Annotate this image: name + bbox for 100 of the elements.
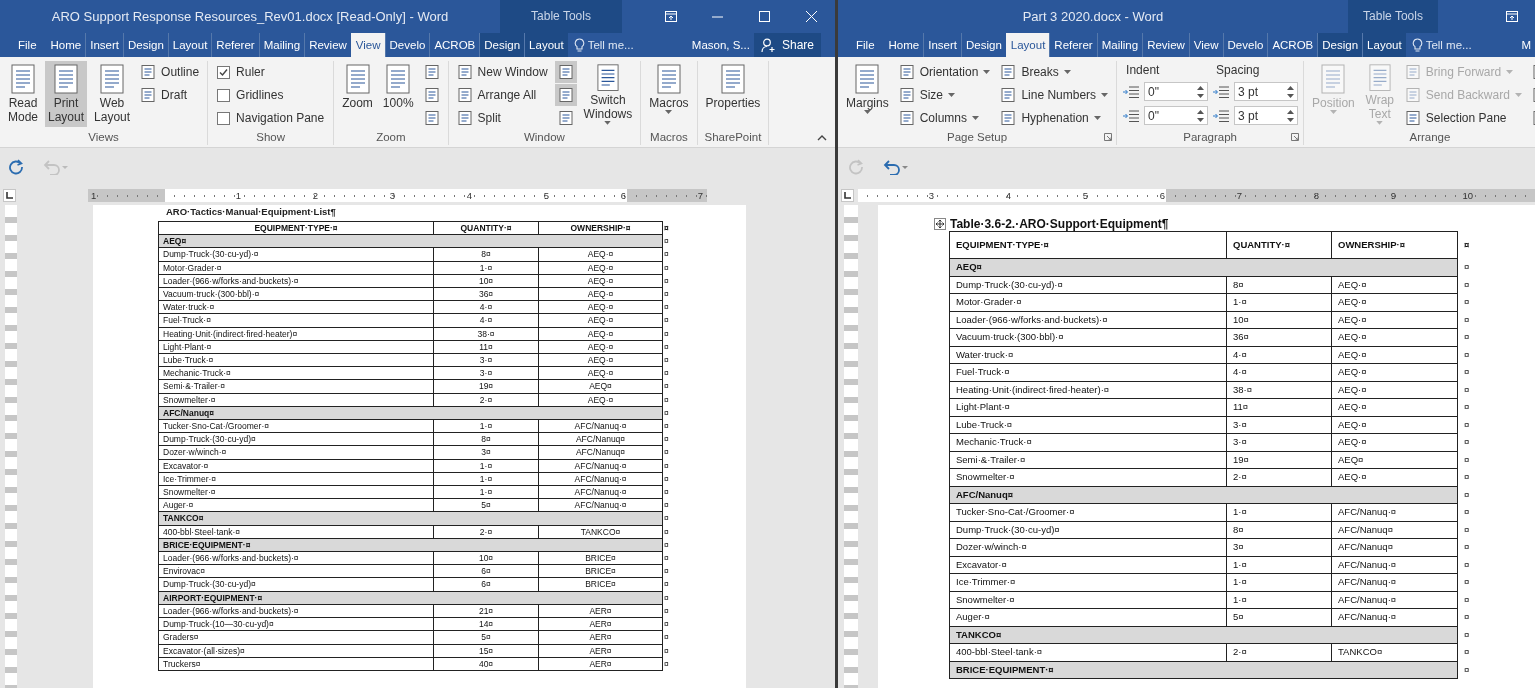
end-of-row-mark: ¤	[662, 419, 670, 433]
ribbon-button[interactable]: Columns	[895, 107, 994, 129]
group-label: SharePoint	[704, 131, 762, 143]
dialog-launcher-icon[interactable]	[1104, 133, 1113, 141]
ribbon-tab[interactable]: File	[8, 33, 47, 57]
table-cell: 8¤	[1226, 521, 1332, 539]
toolbar-button[interactable]	[554, 84, 577, 106]
end-of-row-mark: ¤	[1457, 643, 1476, 661]
collapse-ribbon-icon[interactable]	[817, 135, 827, 141]
document-icon	[423, 64, 440, 80]
tell-me-search[interactable]: Tell me...	[1408, 33, 1475, 57]
checkbox-option[interactable]: Navigation Pane	[213, 107, 329, 129]
close-icon[interactable]	[806, 11, 817, 22]
ribbon-display-icon[interactable]	[1505, 11, 1518, 22]
table-cell: Fuel·Truck·¤	[949, 363, 1227, 381]
end-of-row-mark: ¤	[662, 564, 670, 578]
ribbon-button[interactable]: New Window	[453, 61, 551, 83]
ribbon-tab[interactable]: Home	[46, 33, 86, 57]
spinner-arrows-icon[interactable]	[1197, 84, 1205, 99]
table-cell: AEQ·¤	[1331, 363, 1458, 381]
move-handle-icon[interactable]	[934, 218, 946, 230]
ribbon-button[interactable]: Web Layout	[91, 61, 134, 127]
ribbon-tab[interactable]: Layout	[524, 33, 568, 57]
ribbon-button[interactable]: Properties	[702, 61, 764, 127]
ribbon-button[interactable]: Hyphenation	[997, 107, 1112, 129]
spinner-arrows-icon[interactable]	[1287, 108, 1295, 123]
tell-me-search[interactable]: Tell me...	[570, 33, 637, 57]
ribbon-display-icon[interactable]	[664, 11, 677, 22]
ribbon-button[interactable]: Line Numbers	[997, 84, 1112, 106]
table-cell: AER¤	[538, 657, 663, 671]
table-cell: AEQ·¤	[1331, 293, 1458, 311]
ribbon-button[interactable]: Selection Pane	[1401, 107, 1525, 129]
repeat-button[interactable]	[6, 156, 26, 177]
checkbox-option[interactable]: Gridlines	[213, 84, 329, 106]
spin-field[interactable]: 0"	[1144, 106, 1209, 125]
checkbox-square[interactable]	[217, 88, 231, 102]
table-cell: 38·¤	[1226, 381, 1332, 399]
table-cell: Snowmelter·¤	[158, 485, 434, 499]
ribbon-button[interactable]: Switch Windows	[580, 61, 636, 127]
ribbon-tab[interactable]: Design	[1317, 33, 1363, 57]
ribbon-button[interactable]: Zoom	[339, 61, 376, 127]
ribbon-button[interactable]: Read Mode	[5, 61, 41, 127]
user-account[interactable]: M	[1517, 33, 1535, 57]
table-cell: AEQ·¤	[538, 261, 663, 275]
table-cell: AEQ·¤	[538, 313, 663, 328]
user-account[interactable]: Mason, S...	[687, 33, 754, 57]
ribbon-tab[interactable]: File	[846, 33, 885, 57]
ribbon-tab[interactable]: Home	[884, 33, 924, 57]
dialog-launcher-icon[interactable]	[1291, 133, 1300, 141]
ribbon-tab[interactable]: View	[350, 33, 385, 57]
ribbon-button[interactable]: Margins	[843, 61, 892, 127]
tab-selector-icon[interactable]	[841, 188, 854, 202]
toolbar-button[interactable]	[554, 61, 577, 83]
table-cell: Motor·Grader·¤	[158, 261, 434, 275]
end-of-row-mark: ¤	[662, 498, 670, 512]
ribbon-button[interactable]: Macros	[646, 61, 692, 127]
table-cell: 6¤	[433, 578, 539, 592]
window-title: Part 3 2020.docx - Word	[1021, 8, 1165, 26]
table-cell: AEQ·¤	[1331, 276, 1458, 294]
spin-field[interactable]: 0"	[1144, 82, 1209, 101]
ribbon-button[interactable]: 100%	[379, 61, 417, 127]
end-of-row-mark: ¤	[662, 630, 670, 644]
table-cell: 4·¤	[1226, 346, 1332, 364]
ribbon-button[interactable]: Draft	[137, 84, 203, 106]
table-cell: Excavator·¤	[949, 556, 1227, 574]
table-cell: 1·¤	[433, 419, 539, 433]
ribbon-tab[interactable]: Layout	[1362, 33, 1406, 57]
ribbon-tab[interactable]: Design	[479, 33, 525, 57]
ribbon-button[interactable]: Split	[453, 107, 551, 129]
table-cell: AFC/Nanuq·¤	[538, 472, 663, 486]
share-button[interactable]: Share	[753, 33, 821, 57]
checkbox-square[interactable]	[217, 65, 231, 79]
checkbox-option[interactable]: Ruler	[213, 61, 329, 83]
maximize-icon[interactable]	[759, 11, 770, 22]
ruler-number: 2	[311, 188, 319, 202]
table-cell: 1·¤	[1226, 293, 1332, 311]
spin-field[interactable]: 3 pt	[1234, 106, 1299, 125]
checkbox-square[interactable]	[217, 111, 231, 125]
ribbon-tab[interactable]: Layout	[1005, 33, 1050, 57]
ribbon-button[interactable]: Arrange All	[453, 84, 551, 106]
table-cell: Motor·Grader·¤	[949, 293, 1227, 311]
end-of-row-mark: ¤	[662, 274, 670, 288]
field-label: Indent	[1125, 62, 1161, 79]
ribbon-button[interactable]: Print Layout	[45, 61, 88, 127]
spin-field[interactable]: 3 pt	[1234, 82, 1299, 101]
tab-selector-icon[interactable]	[3, 188, 16, 202]
end-of-row-mark: ¤	[1457, 293, 1476, 311]
lines-icon	[1212, 108, 1231, 123]
ribbon-button[interactable]: Size	[895, 84, 994, 106]
ribbon-button[interactable]: Outline	[137, 61, 203, 83]
table-cell: 2·¤	[1226, 468, 1332, 486]
spinner-arrows-icon[interactable]	[1287, 84, 1295, 99]
ribbon-button[interactable]: Breaks	[997, 61, 1112, 83]
table-cell: AEQ·¤	[538, 247, 663, 262]
table-cell: Semi·&·Trailer·¤	[949, 451, 1227, 469]
table-cell: Loader·(966·w/forks·and·buckets)·¤	[158, 604, 434, 618]
table-cell: Vacuum·truck·(300·bbl)·¤	[158, 287, 434, 301]
document-icon	[1404, 64, 1421, 80]
ribbon-button[interactable]: Orientation	[895, 61, 994, 83]
spinner-arrows-icon[interactable]	[1197, 108, 1205, 123]
